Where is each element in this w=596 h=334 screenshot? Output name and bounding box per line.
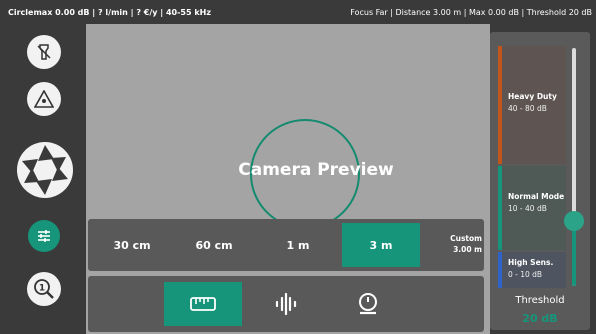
capture-button[interactable] xyxy=(17,142,73,198)
threshold-segment-normal[interactable]: Normal Mode 10 - 40 dB xyxy=(498,166,566,250)
threshold-segment-heavy[interactable]: Heavy Duty 40 - 80 dB xyxy=(498,46,566,164)
custom-value: 3.00 m xyxy=(453,245,482,254)
waveform-tool-button[interactable] xyxy=(247,282,325,326)
status-left: Circlemax 0.00 dB | ? l/min | ? €/y | 40… xyxy=(8,7,212,17)
svg-text:1: 1 xyxy=(39,284,45,294)
laser-warning-icon xyxy=(34,90,54,108)
threshold-label: Threshold xyxy=(515,295,565,306)
distance-option-60cm[interactable]: 60 cm xyxy=(174,223,254,267)
ruler-tool-button[interactable] xyxy=(164,282,242,326)
segment-name: Normal Mode xyxy=(508,192,565,201)
sliders-icon xyxy=(38,230,50,242)
distance-option-1m[interactable]: 1 m xyxy=(258,223,338,267)
tool-bar xyxy=(88,276,484,332)
ruler-icon xyxy=(190,297,216,311)
segment-stripe xyxy=(498,46,502,164)
search-one-icon: 1 xyxy=(34,279,54,299)
flashlight-off-icon xyxy=(37,44,51,60)
distance-custom[interactable]: Custom 3.00 m xyxy=(434,233,482,255)
segment-range: 10 - 40 dB xyxy=(508,204,547,213)
distance-selector: 30 cm 60 cm 1 m 3 m Custom 3.00 m xyxy=(88,219,484,271)
threshold-value: 20 dB xyxy=(522,312,558,325)
sidebar: 1 xyxy=(0,24,86,334)
custom-label: Custom xyxy=(450,234,482,243)
segment-range: 40 - 80 dB xyxy=(508,104,547,113)
waveform-icon xyxy=(275,292,297,316)
threshold-slider-thumb[interactable] xyxy=(564,211,584,232)
settings-sliders-button[interactable] xyxy=(28,220,60,252)
aperture-icon xyxy=(19,144,71,196)
preview-title: Camera Preview xyxy=(238,160,394,180)
flashlight-off-button[interactable] xyxy=(27,35,61,69)
distance-option-30cm[interactable]: 30 cm xyxy=(92,223,172,267)
threshold-panel: Heavy Duty 40 - 80 dB Normal Mode 10 - 4… xyxy=(490,32,590,330)
segment-range: 0 - 10 dB xyxy=(508,270,543,279)
gauge-icon xyxy=(359,293,377,315)
segment-stripe xyxy=(498,252,502,288)
segment-name: High Sens. xyxy=(508,258,554,267)
gauge-tool-button[interactable] xyxy=(329,282,407,326)
threshold-segment-high[interactable]: High Sens. 0 - 10 dB xyxy=(498,252,566,288)
status-bar: Circlemax 0.00 dB | ? l/min | ? €/y | 40… xyxy=(0,0,596,24)
zoom-one-button[interactable]: 1 xyxy=(27,272,61,306)
segment-stripe xyxy=(498,166,502,250)
segment-name: Heavy Duty xyxy=(508,92,557,101)
threshold-slider-fill xyxy=(572,221,576,286)
distance-option-3m[interactable]: 3 m xyxy=(342,223,420,267)
status-right: Focus Far | Distance 3.00 m | Max 0.00 d… xyxy=(350,7,592,17)
laser-warning-button[interactable] xyxy=(27,82,61,116)
